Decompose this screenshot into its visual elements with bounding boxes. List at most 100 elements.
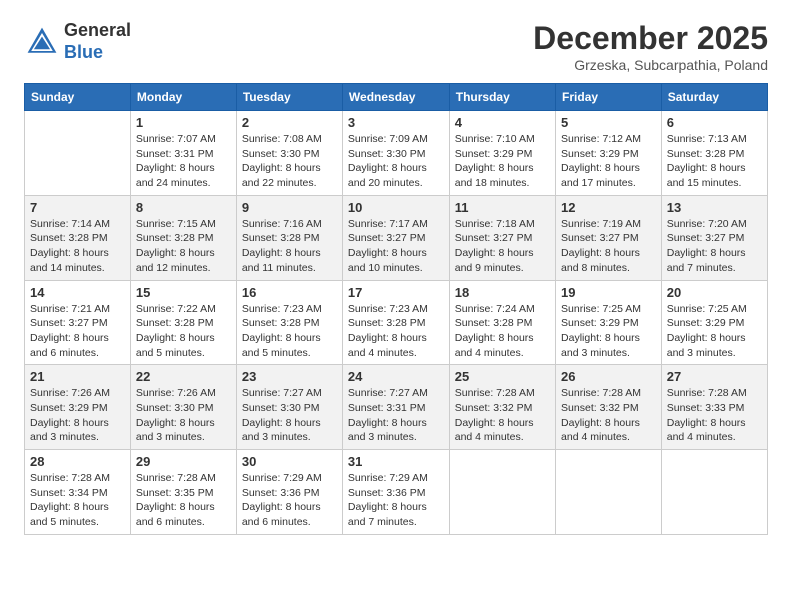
day-header-sunday: Sunday	[25, 84, 131, 111]
calendar-cell: 5 Sunrise: 7:12 AM Sunset: 3:29 PM Daylig…	[556, 111, 662, 196]
day-info: Sunrise: 7:27 AM Sunset: 3:31 PM Dayligh…	[348, 386, 444, 445]
day-number: 7	[30, 200, 125, 215]
day-number: 9	[242, 200, 337, 215]
day-number: 29	[136, 454, 231, 469]
day-header-tuesday: Tuesday	[236, 84, 342, 111]
day-number: 11	[455, 200, 550, 215]
day-number: 17	[348, 285, 444, 300]
calendar-cell: 30Sunrise: 7:29 AM Sunset: 3:36 PM Dayli…	[236, 450, 342, 535]
day-info: Sunrise: 7:26 AM Sunset: 3:30 PM Dayligh…	[136, 386, 231, 445]
day-info: Sunrise: 7:28 AM Sunset: 3:33 PM Dayligh…	[667, 386, 762, 445]
calendar-cell: 2 Sunrise: 7:08 AM Sunset: 3:30 PM Daylig…	[236, 111, 342, 196]
calendar-cell: 21Sunrise: 7:26 AM Sunset: 3:29 PM Dayli…	[25, 365, 131, 450]
day-info: Sunrise: 7:24 AM Sunset: 3:28 PM Dayligh…	[455, 302, 550, 361]
day-number: 14	[30, 285, 125, 300]
calendar-cell: 9 Sunrise: 7:16 AM Sunset: 3:28 PM Daylig…	[236, 195, 342, 280]
month-title: December 2025	[533, 20, 768, 57]
day-number: 24	[348, 369, 444, 384]
day-info: Sunrise: 7:27 AM Sunset: 3:30 PM Dayligh…	[242, 386, 337, 445]
calendar-table: SundayMondayTuesdayWednesdayThursdayFrid…	[24, 83, 768, 535]
calendar-cell: 27 Sunrise: 7:28 AM Sunset: 3:33 PM Dayli…	[661, 365, 767, 450]
day-number: 22	[136, 369, 231, 384]
calendar-cell: 28 Sunrise: 7:28 AM Sunset: 3:34 PM Dayli…	[25, 450, 131, 535]
day-info: Sunrise: 7:20 AM Sunset: 3:27 PM Dayligh…	[667, 217, 762, 276]
day-info: Sunrise: 7:09 AM Sunset: 3:30 PM Dayligh…	[348, 132, 444, 191]
calendar-cell: 31Sunrise: 7:29 AM Sunset: 3:36 PM Dayli…	[342, 450, 449, 535]
day-info: Sunrise: 7:29 AM Sunset: 3:36 PM Dayligh…	[242, 471, 337, 530]
day-info: Sunrise: 7:25 AM Sunset: 3:29 PM Dayligh…	[667, 302, 762, 361]
day-info: Sunrise: 7:07 AM Sunset: 3:31 PM Dayligh…	[136, 132, 231, 191]
calendar-cell: 29 Sunrise: 7:28 AM Sunset: 3:35 PM Dayli…	[130, 450, 236, 535]
logo: General Blue	[24, 20, 131, 63]
day-info: Sunrise: 7:10 AM Sunset: 3:29 PM Dayligh…	[455, 132, 550, 191]
day-number: 20	[667, 285, 762, 300]
calendar-week-2: 7 Sunrise: 7:14 AM Sunset: 3:28 PM Daylig…	[25, 195, 768, 280]
calendar-cell: 3Sunrise: 7:09 AM Sunset: 3:30 PM Daylig…	[342, 111, 449, 196]
calendar-cell: 22 Sunrise: 7:26 AM Sunset: 3:30 PM Dayli…	[130, 365, 236, 450]
calendar-cell: 8 Sunrise: 7:15 AM Sunset: 3:28 PM Daylig…	[130, 195, 236, 280]
day-info: Sunrise: 7:13 AM Sunset: 3:28 PM Dayligh…	[667, 132, 762, 191]
calendar-cell: 17 Sunrise: 7:23 AM Sunset: 3:28 PM Dayli…	[342, 280, 449, 365]
day-info: Sunrise: 7:28 AM Sunset: 3:34 PM Dayligh…	[30, 471, 125, 530]
day-header-friday: Friday	[556, 84, 662, 111]
calendar-cell: 11 Sunrise: 7:18 AM Sunset: 3:27 PM Dayli…	[449, 195, 555, 280]
day-info: Sunrise: 7:28 AM Sunset: 3:32 PM Dayligh…	[561, 386, 656, 445]
calendar-cell: 13 Sunrise: 7:20 AM Sunset: 3:27 PM Dayli…	[661, 195, 767, 280]
day-number: 23	[242, 369, 337, 384]
day-number: 28	[30, 454, 125, 469]
day-info: Sunrise: 7:25 AM Sunset: 3:29 PM Dayligh…	[561, 302, 656, 361]
day-info: Sunrise: 7:15 AM Sunset: 3:28 PM Dayligh…	[136, 217, 231, 276]
calendar-cell: 20 Sunrise: 7:25 AM Sunset: 3:29 PM Dayli…	[661, 280, 767, 365]
day-number: 19	[561, 285, 656, 300]
day-number: 2	[242, 115, 337, 130]
day-info: Sunrise: 7:18 AM Sunset: 3:27 PM Dayligh…	[455, 217, 550, 276]
day-number: 25	[455, 369, 550, 384]
calendar-cell: 18 Sunrise: 7:24 AM Sunset: 3:28 PM Dayli…	[449, 280, 555, 365]
logo-text: General Blue	[64, 20, 131, 63]
day-number: 4	[455, 115, 550, 130]
day-info: Sunrise: 7:19 AM Sunset: 3:27 PM Dayligh…	[561, 217, 656, 276]
day-info: Sunrise: 7:14 AM Sunset: 3:28 PM Dayligh…	[30, 217, 125, 276]
calendar-cell: 7 Sunrise: 7:14 AM Sunset: 3:28 PM Daylig…	[25, 195, 131, 280]
calendar-cell: 10Sunrise: 7:17 AM Sunset: 3:27 PM Dayli…	[342, 195, 449, 280]
day-number: 1	[136, 115, 231, 130]
day-header-wednesday: Wednesday	[342, 84, 449, 111]
calendar-week-5: 28 Sunrise: 7:28 AM Sunset: 3:34 PM Dayli…	[25, 450, 768, 535]
calendar-cell	[449, 450, 555, 535]
calendar-cell: 16 Sunrise: 7:23 AM Sunset: 3:28 PM Dayli…	[236, 280, 342, 365]
calendar-cell: 23 Sunrise: 7:27 AM Sunset: 3:30 PM Dayli…	[236, 365, 342, 450]
day-number: 18	[455, 285, 550, 300]
calendar-cell: 1 Sunrise: 7:07 AM Sunset: 3:31 PM Daylig…	[130, 111, 236, 196]
day-number: 5	[561, 115, 656, 130]
day-number: 12	[561, 200, 656, 215]
calendar-body: 1 Sunrise: 7:07 AM Sunset: 3:31 PM Daylig…	[25, 111, 768, 535]
calendar-cell: 12 Sunrise: 7:19 AM Sunset: 3:27 PM Dayli…	[556, 195, 662, 280]
page-header: General Blue December 2025 Grzeska, Subc…	[24, 20, 768, 73]
title-block: December 2025 Grzeska, Subcarpathia, Pol…	[533, 20, 768, 73]
day-header-saturday: Saturday	[661, 84, 767, 111]
calendar-cell: 4 Sunrise: 7:10 AM Sunset: 3:29 PM Daylig…	[449, 111, 555, 196]
day-info: Sunrise: 7:21 AM Sunset: 3:27 PM Dayligh…	[30, 302, 125, 361]
day-info: Sunrise: 7:12 AM Sunset: 3:29 PM Dayligh…	[561, 132, 656, 191]
day-info: Sunrise: 7:28 AM Sunset: 3:35 PM Dayligh…	[136, 471, 231, 530]
day-info: Sunrise: 7:16 AM Sunset: 3:28 PM Dayligh…	[242, 217, 337, 276]
calendar-cell: 19 Sunrise: 7:25 AM Sunset: 3:29 PM Dayli…	[556, 280, 662, 365]
day-number: 16	[242, 285, 337, 300]
day-info: Sunrise: 7:29 AM Sunset: 3:36 PM Dayligh…	[348, 471, 444, 530]
day-info: Sunrise: 7:23 AM Sunset: 3:28 PM Dayligh…	[348, 302, 444, 361]
day-number: 8	[136, 200, 231, 215]
day-info: Sunrise: 7:23 AM Sunset: 3:28 PM Dayligh…	[242, 302, 337, 361]
day-info: Sunrise: 7:08 AM Sunset: 3:30 PM Dayligh…	[242, 132, 337, 191]
calendar-cell: 6Sunrise: 7:13 AM Sunset: 3:28 PM Daylig…	[661, 111, 767, 196]
calendar-week-4: 21Sunrise: 7:26 AM Sunset: 3:29 PM Dayli…	[25, 365, 768, 450]
day-number: 15	[136, 285, 231, 300]
day-number: 27	[667, 369, 762, 384]
calendar-cell: 26Sunrise: 7:28 AM Sunset: 3:32 PM Dayli…	[556, 365, 662, 450]
calendar-cell: 24 Sunrise: 7:27 AM Sunset: 3:31 PM Dayli…	[342, 365, 449, 450]
calendar-cell: 15Sunrise: 7:22 AM Sunset: 3:28 PM Dayli…	[130, 280, 236, 365]
day-header-monday: Monday	[130, 84, 236, 111]
day-number: 13	[667, 200, 762, 215]
calendar-cell	[25, 111, 131, 196]
day-info: Sunrise: 7:26 AM Sunset: 3:29 PM Dayligh…	[30, 386, 125, 445]
calendar-week-3: 14 Sunrise: 7:21 AM Sunset: 3:27 PM Dayli…	[25, 280, 768, 365]
